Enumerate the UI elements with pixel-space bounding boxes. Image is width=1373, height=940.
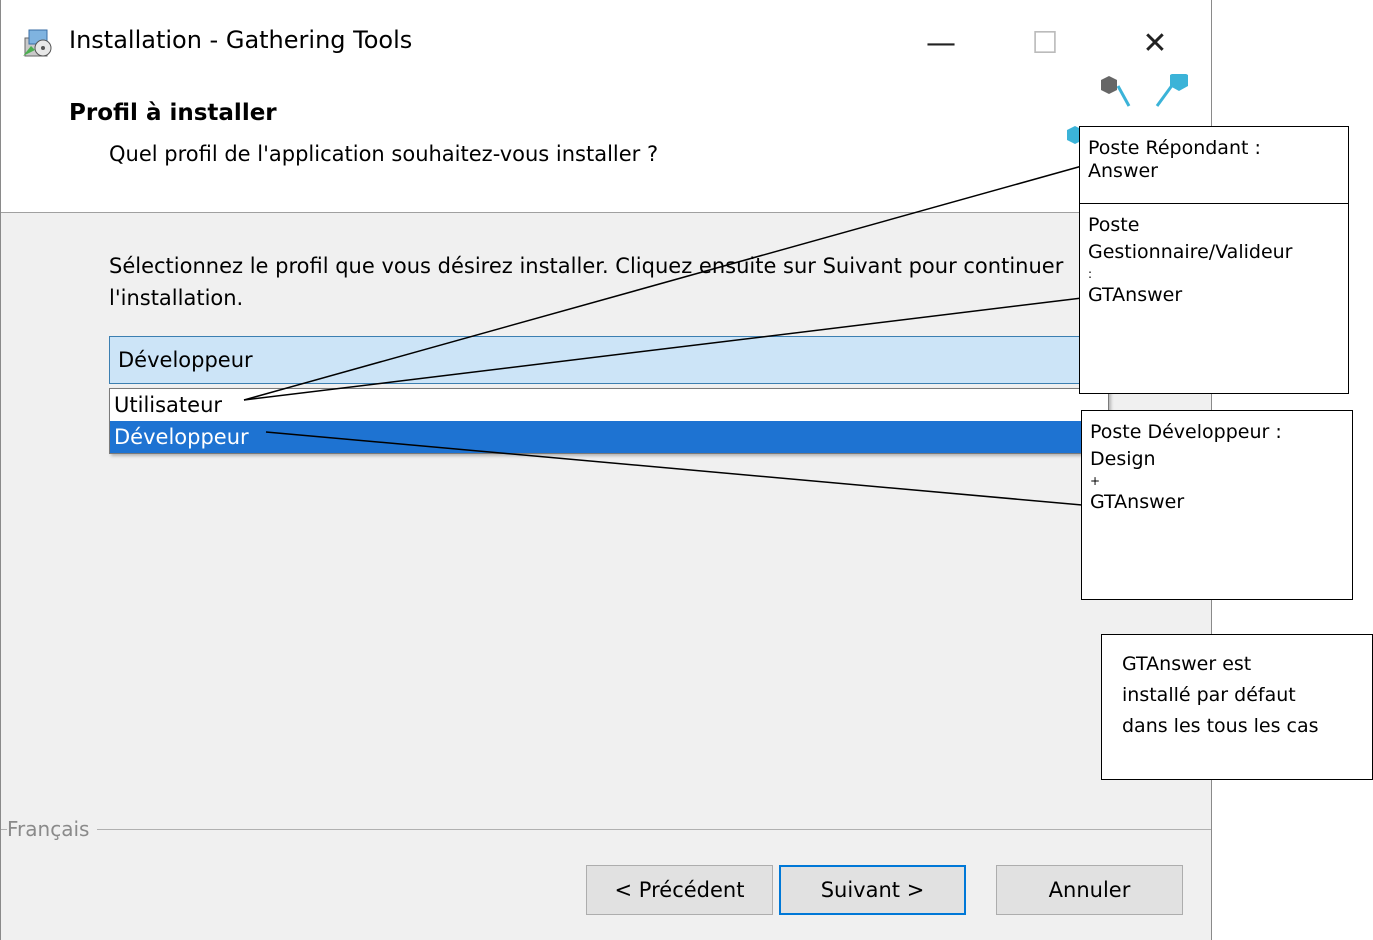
- callout-developer-line4: GTAnswer: [1090, 491, 1185, 513]
- minimize-icon: —: [926, 25, 956, 61]
- wizard-header: Profil à installer Quel profil de l'appl…: [1, 74, 1211, 213]
- title-bar: Installation - Gathering Tools — ☐ ✕: [1, 0, 1211, 84]
- language-label: Français: [7, 817, 98, 841]
- window-title: Installation - Gathering Tools: [69, 26, 413, 54]
- page-title: Profil à installer: [69, 100, 277, 126]
- close-button[interactable]: ✕: [1125, 18, 1185, 68]
- callout-answer: Poste Répondant : Answer: [1079, 126, 1349, 204]
- cancel-button[interactable]: Annuler: [996, 865, 1183, 915]
- installer-window: Installation - Gathering Tools — ☐ ✕ Pro…: [0, 0, 1212, 940]
- callout-note-line1: GTAnswer est: [1122, 653, 1252, 675]
- callout-answer-line2: Answer: [1088, 160, 1158, 182]
- callout-note: GTAnswer est installé par défaut dans le…: [1101, 634, 1373, 780]
- profile-dropdown-list: Utilisateur Développeur: [109, 388, 1109, 454]
- callout-gtanswer-line1: Poste: [1088, 214, 1140, 236]
- back-button[interactable]: < Précédent: [586, 865, 773, 915]
- callout-developer-line1: Poste Développeur :: [1090, 421, 1282, 443]
- maximize-button[interactable]: ☐: [1015, 18, 1075, 68]
- callout-gtanswer-line2: Gestionnaire/Valideur: [1088, 241, 1293, 263]
- minimize-button[interactable]: —: [911, 18, 971, 68]
- setup-app-icon: [23, 29, 52, 57]
- callout-gtanswer-line4: GTAnswer: [1088, 284, 1183, 306]
- next-button[interactable]: Suivant >: [779, 865, 966, 915]
- option-developpeur[interactable]: Développeur: [110, 421, 1108, 453]
- page-subtitle: Quel profil de l'application souhaitez-v…: [109, 142, 659, 166]
- callout-developer-line3: +: [1090, 474, 1101, 488]
- close-icon: ✕: [1142, 25, 1168, 61]
- callout-developer-line2: Design: [1090, 448, 1156, 470]
- profile-combobox[interactable]: Développeur: [109, 336, 1109, 384]
- language-divider: [1, 829, 1211, 830]
- callout-note-line2: installé par défaut: [1122, 684, 1296, 706]
- option-utilisateur[interactable]: Utilisateur: [110, 389, 1108, 421]
- callout-gtanswer: Poste Gestionnaire/Valideur : GTAnswer: [1079, 203, 1349, 394]
- instruction-text: Sélectionnez le profil que vous désirez …: [109, 254, 1064, 310]
- callout-note-line3: dans les tous les cas: [1122, 715, 1319, 737]
- callout-developer: Poste Développeur : Design + GTAnswer: [1081, 410, 1353, 600]
- callout-gtanswer-line3: :: [1088, 267, 1093, 281]
- maximize-icon: ☐: [1031, 25, 1059, 61]
